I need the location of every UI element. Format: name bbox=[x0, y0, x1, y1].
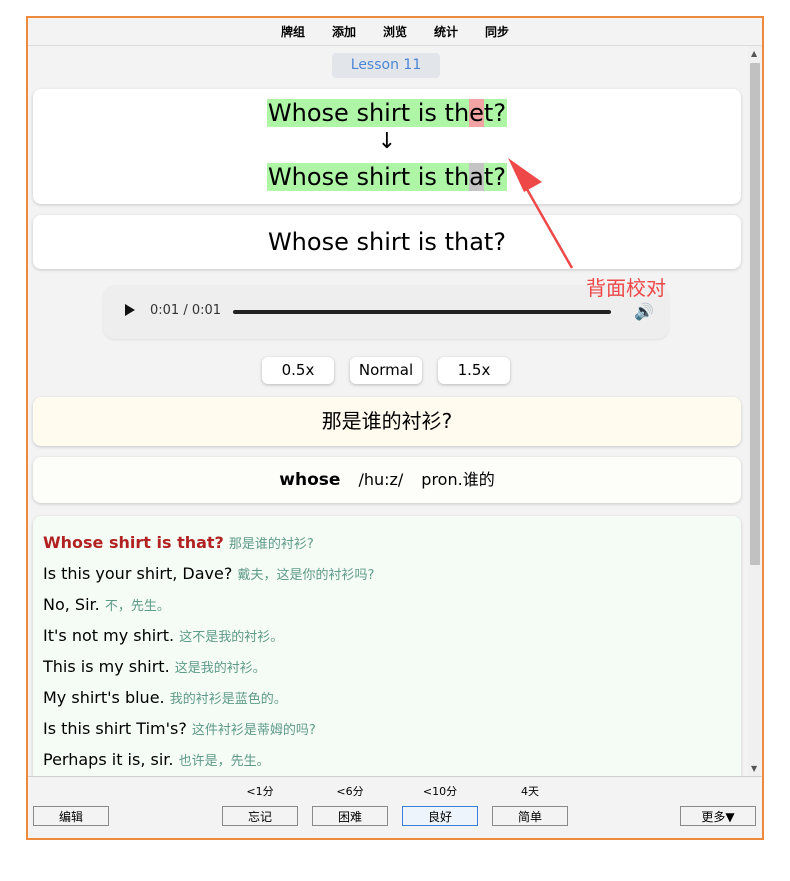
dialogue-line: It's not my shirt. 这不是我的衬衫。 bbox=[43, 626, 284, 645]
speed-normal-button[interactable]: Normal bbox=[350, 357, 422, 384]
expected-correct-part: Whose shirt is th bbox=[267, 163, 470, 191]
lesson-tag: Lesson 11 bbox=[332, 53, 440, 78]
scrollbar-thumb[interactable] bbox=[750, 63, 760, 565]
again-button[interactable]: 忘记 bbox=[222, 806, 298, 826]
expected-error-char: a bbox=[469, 163, 484, 191]
anki-window: 牌组 添加 浏览 统计 同步 Lesson 11 Whose shirt is … bbox=[26, 16, 764, 840]
card-viewport: Lesson 11 Whose shirt is thet? ↓ Whose s… bbox=[28, 46, 748, 776]
expected-answer: Whose shirt is that? bbox=[33, 163, 741, 192]
typed-answer: Whose shirt is thet? bbox=[33, 99, 741, 128]
easy-button[interactable]: 简单 bbox=[492, 806, 568, 826]
dialogue-line: No, Sir. 不，先生。 bbox=[43, 595, 170, 614]
answer-card: Whose shirt is that? bbox=[33, 215, 741, 269]
speed-0-5x-button[interactable]: 0.5x bbox=[262, 357, 334, 384]
word-meaning: pron.谁的 bbox=[421, 470, 495, 489]
translation-card: 那是谁的衬衫? bbox=[33, 397, 741, 446]
menu-decks[interactable]: 牌组 bbox=[281, 23, 305, 40]
word-card: whose/hu:z/pron.谁的 bbox=[33, 457, 741, 503]
annotation-label: 背面校对 bbox=[586, 276, 666, 300]
audio-time: 0:01 / 0:01 bbox=[150, 303, 222, 318]
scroll-down-icon[interactable]: ▼ bbox=[751, 764, 757, 773]
typed-correct-end: t? bbox=[483, 99, 507, 127]
more-button[interactable]: 更多▼ bbox=[680, 806, 756, 826]
volume-icon[interactable]: 🔊 bbox=[634, 302, 654, 321]
play-icon[interactable] bbox=[125, 304, 135, 316]
menu-sync[interactable]: 同步 bbox=[485, 23, 509, 40]
down-arrow-icon: ↓ bbox=[377, 129, 397, 154]
word-phonetic: /hu:z/ bbox=[358, 470, 404, 489]
top-menu: 牌组 添加 浏览 统计 同步 bbox=[28, 18, 762, 46]
dialogue-card: Whose shirt is that? 那是谁的衬衫? Is this you… bbox=[33, 516, 741, 776]
typed-answer-comparison: Whose shirt is thet? ↓ Whose shirt is th… bbox=[33, 89, 741, 204]
good-button[interactable]: 良好 bbox=[402, 806, 478, 826]
speed-1-5x-button[interactable]: 1.5x bbox=[438, 357, 510, 384]
dialogue-line: Is this shirt Tim's? 这件衬衫是蒂姆的吗? bbox=[43, 719, 316, 738]
dialogue-line: Perhaps it is, sir. 也许是，先生。 bbox=[43, 750, 270, 769]
audio-progress-bar[interactable] bbox=[233, 310, 611, 314]
interval-easy: 4天 bbox=[521, 785, 539, 798]
hard-button[interactable]: 困难 bbox=[312, 806, 388, 826]
edit-button[interactable]: 编辑 bbox=[33, 806, 109, 826]
word-term: whose bbox=[279, 470, 341, 490]
menu-stats[interactable]: 统计 bbox=[434, 23, 458, 40]
scroll-up-icon[interactable]: ▲ bbox=[751, 49, 757, 58]
annotation-arrow-icon bbox=[508, 158, 574, 269]
dialogue-line: My shirt's blue. 我的衬衫是蓝色的。 bbox=[43, 688, 287, 707]
interval-again: <1分 bbox=[246, 785, 274, 798]
typed-correct-part: Whose shirt is th bbox=[267, 99, 470, 127]
interval-good: <10分 bbox=[422, 785, 458, 798]
vertical-scrollbar[interactable]: ▲ ▼ bbox=[748, 46, 762, 776]
audio-player: 0:01 / 0:01 🔊 bbox=[103, 285, 669, 339]
dialogue-line: Is this your shirt, Dave? 戴夫，这是你的衬衫吗? bbox=[43, 564, 375, 583]
typed-error-char: e bbox=[469, 99, 484, 127]
menu-browse[interactable]: 浏览 bbox=[383, 23, 407, 40]
dialogue-title: Whose shirt is that? 那是谁的衬衫? bbox=[43, 533, 314, 552]
interval-hard: <6分 bbox=[336, 785, 364, 798]
menu-add[interactable]: 添加 bbox=[332, 23, 356, 40]
review-bottom-bar: 编辑 <1分 <6分 <10分 4天 忘记 困难 良好 简单 更多▼ bbox=[28, 776, 762, 838]
dialogue-line: This is my shirt. 这是我的衬衫。 bbox=[43, 657, 266, 676]
